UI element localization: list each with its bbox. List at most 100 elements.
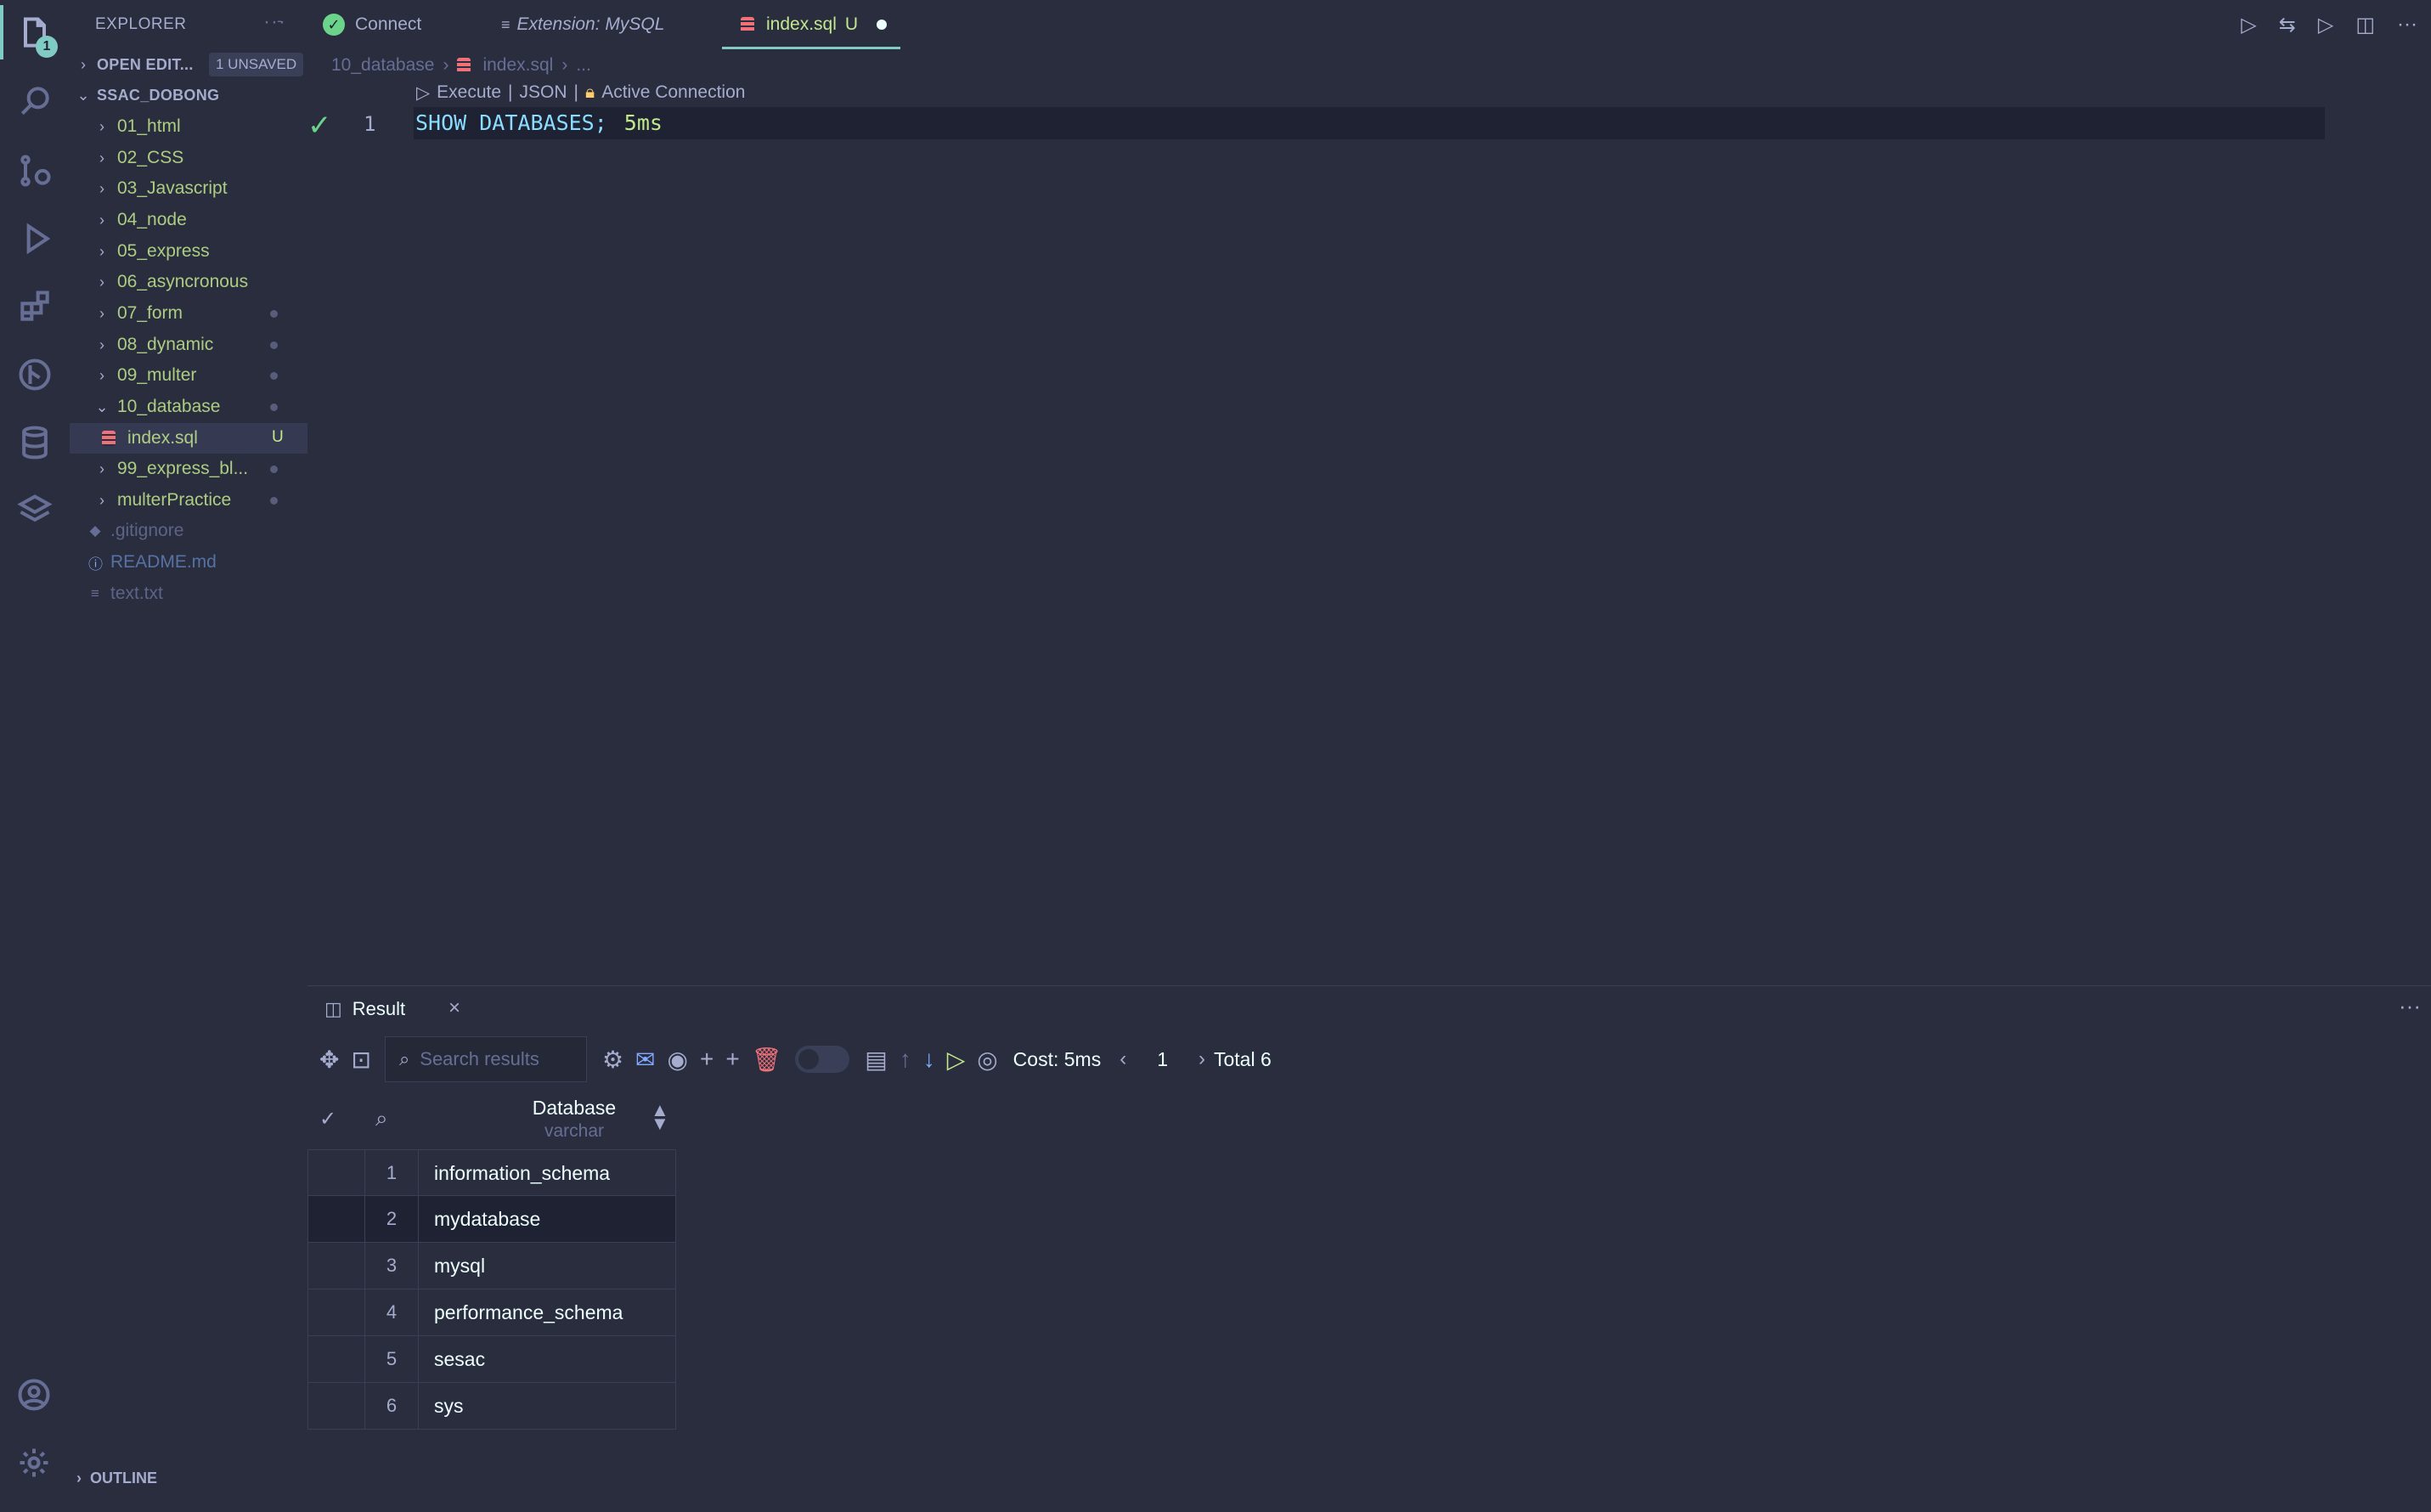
table-row[interactable]: 6 sys bbox=[307, 1383, 676, 1430]
tab-result[interactable]: ◫ Result bbox=[324, 998, 405, 1020]
table-row[interactable]: 4 performance_schema bbox=[307, 1289, 676, 1336]
editor-actions: ▷ ⇆ ▷ ◫ ··· bbox=[2241, 0, 2431, 49]
search-icon[interactable]: ⌕ bbox=[375, 1105, 388, 1132]
folder-09-multer[interactable]: › 09_multer bbox=[70, 360, 307, 391]
play-icon[interactable]: ▷ bbox=[947, 1046, 966, 1074]
comment-icon[interactable]: ▤ bbox=[865, 1046, 887, 1074]
prev-page-icon[interactable]: ‹ bbox=[1120, 1047, 1126, 1071]
account-icon[interactable] bbox=[15, 1376, 53, 1418]
close-icon[interactable]: × bbox=[448, 996, 460, 1020]
codelens-connection[interactable]: Active Connection bbox=[601, 82, 745, 103]
codelens-execute[interactable]: Execute bbox=[437, 82, 501, 103]
arrow-down-icon[interactable]: ↓ bbox=[923, 1046, 935, 1073]
explorer-sidebar: EXPLORER ··· › OPEN EDIT... 1 UNSAVED ⌄ … bbox=[70, 0, 307, 1512]
unsaved-dot[interactable] bbox=[877, 20, 888, 30]
chevron-right-icon: › bbox=[76, 1470, 82, 1487]
text-file-icon: ≡ bbox=[91, 585, 99, 601]
lock-icon: 🔒︎ bbox=[585, 82, 595, 102]
table-row[interactable]: 1 information_schema bbox=[307, 1149, 676, 1196]
table-row[interactable]: 2 mydatabase bbox=[307, 1196, 676, 1243]
database-file-icon bbox=[741, 17, 754, 32]
git-file-icon: ◆ bbox=[89, 522, 101, 539]
sort-icon[interactable]: ▲ ▼ bbox=[651, 1101, 669, 1133]
move-icon[interactable]: ✥ bbox=[319, 1046, 339, 1074]
editor-tabs: ✓ Connect ≡ Extension: MySQL index.sql U… bbox=[307, 0, 2431, 51]
chevron-right-icon: › bbox=[81, 55, 86, 73]
preview-icon: ≡ bbox=[501, 15, 510, 33]
more-actions-icon[interactable]: ··· bbox=[2397, 13, 2417, 37]
folder-99-express-blog[interactable]: › 99_express_bl... bbox=[70, 454, 307, 484]
split-editor-icon[interactable]: ◫ bbox=[2355, 13, 2375, 37]
next-page-icon[interactable]: › bbox=[1199, 1047, 1205, 1071]
breadcrumb-folder[interactable]: 10_database bbox=[331, 55, 434, 76]
code-line[interactable]: SHOW DATABASES; 5ms bbox=[415, 110, 663, 135]
file-index-sql[interactable]: index.sql U bbox=[70, 423, 307, 454]
folder-multer-practice[interactable]: › multerPractice bbox=[70, 485, 307, 516]
page-number[interactable]: 1 bbox=[1157, 1048, 1168, 1071]
info-file-icon: ⓘ bbox=[88, 556, 103, 573]
select-all-checkbox[interactable]: ✓ bbox=[319, 1107, 345, 1132]
folder-05-express[interactable]: › 05_express bbox=[70, 236, 307, 267]
database-icon[interactable] bbox=[14, 421, 56, 464]
outline-section[interactable]: › OUTLINE bbox=[76, 1470, 157, 1487]
panel-icon: ◫ bbox=[324, 998, 342, 1019]
table-header: ✓ ⌕ Database varchar ▲ ▼ bbox=[307, 1088, 676, 1149]
folder-03-javascript[interactable]: › 03_Javascript bbox=[70, 173, 307, 204]
activity-bar: 1 bbox=[0, 0, 70, 1512]
add-icon[interactable]: + bbox=[700, 1046, 714, 1073]
folder-07-form[interactable]: › 07_form bbox=[70, 298, 307, 329]
breadcrumb-symbol[interactable]: ... bbox=[576, 55, 591, 76]
column-header-database[interactable]: Database varchar bbox=[493, 1097, 656, 1142]
extensions-icon[interactable] bbox=[14, 285, 56, 328]
folder-06-asyncronous[interactable]: › 06_asyncronous bbox=[70, 267, 307, 297]
gear-icon[interactable]: ⚙ bbox=[602, 1046, 623, 1074]
open-editors-section[interactable]: › OPEN EDIT... 1 UNSAVED bbox=[70, 49, 307, 80]
tab-connect[interactable]: ✓ Connect bbox=[323, 0, 421, 49]
fold-icon[interactable]: - bbox=[277, 12, 301, 36]
folder-10-database[interactable]: ⌄ 10_database bbox=[70, 392, 307, 422]
more-actions-icon[interactable]: ··· bbox=[2399, 993, 2421, 1019]
run-debug-icon[interactable] bbox=[14, 217, 56, 260]
git-graph-icon[interactable] bbox=[14, 353, 56, 396]
tab-extension-mysql[interactable]: ≡ Extension: MySQL bbox=[501, 0, 664, 49]
table-row[interactable]: 5 sesac bbox=[307, 1336, 676, 1383]
gear-icon[interactable] bbox=[15, 1444, 53, 1486]
toggle-switch[interactable] bbox=[795, 1046, 850, 1073]
total-count: Total 6 bbox=[1214, 1047, 1272, 1070]
database-file-icon bbox=[457, 58, 471, 73]
explorer-badge: 1 bbox=[36, 36, 58, 58]
workspace-section[interactable]: ⌄ SSAC_DOBONG bbox=[70, 80, 307, 110]
lock-icon[interactable]: ⊡ bbox=[351, 1046, 370, 1074]
compare-icon[interactable]: ⇆ bbox=[2279, 13, 2296, 37]
source-control-icon[interactable] bbox=[14, 150, 56, 192]
play-icon: ▷ bbox=[416, 82, 431, 103]
file-text-txt[interactable]: ≡ text.txt bbox=[70, 578, 307, 609]
github-icon[interactable]: ◉ bbox=[668, 1046, 688, 1074]
folder-01-html[interactable]: › 01_html bbox=[70, 111, 307, 142]
execution-time: 5ms bbox=[623, 110, 663, 135]
file-gitignore[interactable]: ◆ .gitignore bbox=[70, 516, 307, 546]
run-icon[interactable]: ▷ bbox=[2241, 13, 2256, 37]
search-icon[interactable] bbox=[14, 80, 56, 122]
modified-dot bbox=[270, 465, 278, 473]
mail-icon[interactable]: ✉ bbox=[635, 1046, 655, 1074]
codelens-json[interactable]: JSON bbox=[520, 82, 567, 103]
search-results-input[interactable]: ⌕ Search results bbox=[384, 1036, 587, 1082]
folder-08-dynamic[interactable]: › 08_dynamic bbox=[70, 330, 307, 360]
add-row-icon[interactable]: + bbox=[725, 1046, 739, 1073]
folder-04-node[interactable]: › 04_node bbox=[70, 205, 307, 235]
delete-icon[interactable]: 🗑︎ bbox=[752, 1046, 782, 1074]
run-file-icon[interactable]: ▷ bbox=[2318, 13, 2333, 37]
eye-icon[interactable]: ◎ bbox=[977, 1046, 997, 1074]
folder-02-css[interactable]: › 02_CSS bbox=[70, 143, 307, 173]
file-readme[interactable]: ⓘ README.md bbox=[70, 547, 307, 578]
status-bar bbox=[0, 1500, 2431, 1512]
table-row[interactable]: 3 mysql bbox=[307, 1243, 676, 1289]
tab-index-sql[interactable]: index.sql U bbox=[741, 0, 888, 49]
explorer-icon[interactable]: 1 bbox=[14, 12, 58, 58]
active-indicator bbox=[0, 5, 3, 59]
result-panel: ◫ Result × ··· ✥ ⊡ ⌕ Search results ⚙ ✉ … bbox=[307, 985, 2431, 1512]
breadcrumb-file[interactable]: index.sql bbox=[482, 55, 553, 76]
arrow-up-icon[interactable]: ↑ bbox=[900, 1046, 911, 1073]
layers-icon[interactable] bbox=[14, 489, 56, 532]
